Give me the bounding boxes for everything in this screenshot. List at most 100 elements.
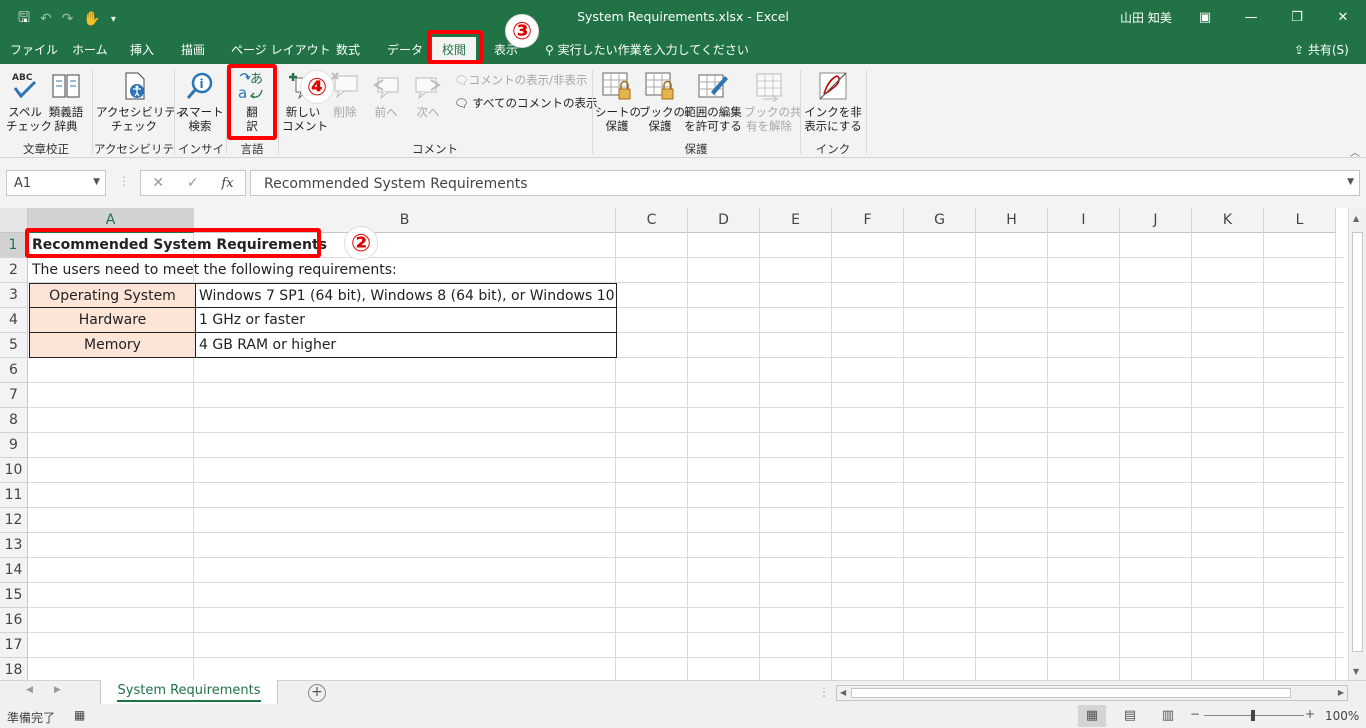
show-all-comments-button[interactable]: 🗨 すべてのコメントの表示 [454,95,598,111]
column-header-d[interactable]: D [688,208,760,233]
minimize-icon[interactable]: — [1228,0,1274,34]
row-header-3[interactable]: 3 [0,283,28,308]
tab-formulas[interactable]: 数式 [336,41,360,58]
close-icon[interactable]: ✕ [1320,0,1366,34]
scroll-left-icon[interactable]: ◀ [840,688,846,697]
next-comment-button[interactable]: 次へ [410,70,446,119]
split-handle-icon[interactable]: ⋮ [818,685,830,699]
row-header-10[interactable]: 10 [0,458,28,483]
thesaurus-button[interactable]: 類義語 辞典 [46,70,86,133]
collapse-ribbon-icon[interactable]: ︿ [1350,144,1360,159]
drag-handle-icon[interactable]: ⋮ [118,174,130,188]
horizontal-scrollbar[interactable]: ◀ ▶ [836,685,1348,701]
row-header-13[interactable]: 13 [0,533,28,558]
row-header-18[interactable]: 18 [0,658,28,680]
restore-icon[interactable]: ❐ [1274,0,1320,34]
row-header-15[interactable]: 15 [0,583,28,608]
tab-file[interactable]: ファイル [10,41,58,58]
cell-b3[interactable]: Windows 7 SP1 (64 bit), Windows 8 (64 bi… [195,283,617,308]
sheet-tabs-bar: ◀ ▶ System Requirements + ⋮ ◀ ▶ [0,680,1366,705]
ribbon-display-icon[interactable]: ▣ [1182,0,1228,34]
row-header-17[interactable]: 17 [0,633,28,658]
row-header-12[interactable]: 12 [0,508,28,533]
column-header-l[interactable]: L [1264,208,1336,233]
hide-ink-button[interactable]: インクを非 表示にする [804,70,862,133]
enter-icon[interactable]: ✓ [187,175,199,191]
row-header-8[interactable]: 8 [0,408,28,433]
sheet-tab-system-requirements[interactable]: System Requirements [100,680,278,705]
tell-me-search[interactable]: ⚲ 実行したい作業を入力してください [545,41,749,58]
step-4-marker: ④ [300,70,334,104]
column-header-g[interactable]: G [904,208,976,233]
protect-sheet-button[interactable]: シートの 保護 [595,70,641,133]
next-label: 次へ [416,105,440,119]
prev-sheet-icon[interactable]: ◀ [26,685,33,695]
row-header-6[interactable]: 6 [0,358,28,383]
row-header-11[interactable]: 11 [0,483,28,508]
grid-row-line [28,407,1344,408]
row-header-14[interactable]: 14 [0,558,28,583]
row-header-1[interactable]: 1 [0,233,28,258]
tab-data[interactable]: データ [387,41,423,58]
insert-function-icon[interactable]: fx [221,176,233,191]
column-header-j[interactable]: J [1120,208,1192,233]
cell-a3[interactable]: Operating System [29,283,195,308]
scroll-right-icon[interactable]: ▶ [1338,688,1344,697]
zoom-out-icon[interactable]: − [1190,707,1200,721]
row-header-16[interactable]: 16 [0,608,28,633]
zoom-slider-knob[interactable] [1251,710,1255,721]
row-header-2[interactable]: 2 [0,258,28,283]
unshare-workbook-button[interactable]: ブックの共 有を解除 [744,70,802,133]
column-header-f[interactable]: F [832,208,904,233]
spelling-button[interactable]: ABC スペル チェック [6,70,52,133]
row-header-4[interactable]: 4 [0,308,28,333]
page-break-view-icon[interactable]: ▥ [1154,705,1182,727]
formula-input[interactable]: Recommended System Requirements ▼ [250,170,1360,196]
delete-comment-button[interactable]: 削除 [328,70,362,119]
hscroll-thumb[interactable] [851,688,1291,698]
column-header-c[interactable]: C [616,208,688,233]
share-button[interactable]: ⇪ 共有(S) [1294,41,1349,58]
show-hide-comment-button[interactable]: 🗨コメントの表示/非表示 [454,72,587,88]
tab-home[interactable]: ホーム [72,41,108,58]
column-header-i[interactable]: I [1048,208,1120,233]
allow-edit-ranges-button[interactable]: 範囲の編集 を許可する [682,70,744,133]
tab-draw[interactable]: 描画 [181,41,205,58]
group-label-language: 言語 [240,142,264,156]
tab-insert[interactable]: 挿入 [130,41,154,58]
row-header-7[interactable]: 7 [0,383,28,408]
smart-lookup-button[interactable]: i スマート 検索 [178,70,224,133]
macro-record-icon[interactable]: ▦ [74,708,85,722]
zoom-level[interactable]: 100% [1325,709,1359,723]
cell-a2[interactable]: The users need to meet the following req… [32,258,632,283]
protect-workbook-button[interactable]: ブックの 保護 [639,70,685,133]
cell-a4[interactable]: Hardware [29,308,195,333]
ribbon-tabs: ファイル ホーム 挿入 描画 ページ レイアウト 数式 データ 校閲 表示 ⚲ … [0,34,1366,64]
row-header-5[interactable]: 5 [0,333,28,358]
zoom-in-icon[interactable]: + [1305,707,1315,721]
normal-view-icon[interactable]: ▦ [1078,705,1106,727]
column-header-h[interactable]: H [976,208,1048,233]
next-sheet-icon[interactable]: ▶ [54,685,61,695]
cell-b5[interactable]: 4 GB RAM or higher [195,333,617,358]
previous-comment-button[interactable]: 前へ [368,70,404,119]
column-header-e[interactable]: E [760,208,832,233]
name-box[interactable]: A1 ▼ [6,170,106,196]
column-header-k[interactable]: K [1192,208,1264,233]
scroll-up-icon[interactable]: ▲ [1353,214,1359,223]
select-all-corner[interactable] [0,208,28,233]
user-name[interactable]: 山田 知美 [1120,9,1172,26]
cell-b4[interactable]: 1 GHz or faster [195,308,617,333]
vertical-scrollbar[interactable]: ▲ ▼ [1348,208,1366,680]
tab-page-layout[interactable]: ページ レイアウト [231,41,331,58]
chevron-down-icon[interactable]: ▼ [93,177,100,187]
cancel-icon[interactable]: ✕ [152,175,164,191]
page-layout-view-icon[interactable]: ▤ [1116,705,1144,727]
cell-a5[interactable]: Memory [29,333,195,358]
accessibility-check-button[interactable]: アクセシビリティ チェック [96,70,187,133]
row-header-9[interactable]: 9 [0,433,28,458]
expand-formula-icon[interactable]: ▼ [1347,177,1354,187]
scroll-thumb[interactable] [1352,232,1363,652]
add-sheet-icon[interactable]: + [308,684,326,702]
scroll-down-icon[interactable]: ▼ [1353,667,1359,676]
